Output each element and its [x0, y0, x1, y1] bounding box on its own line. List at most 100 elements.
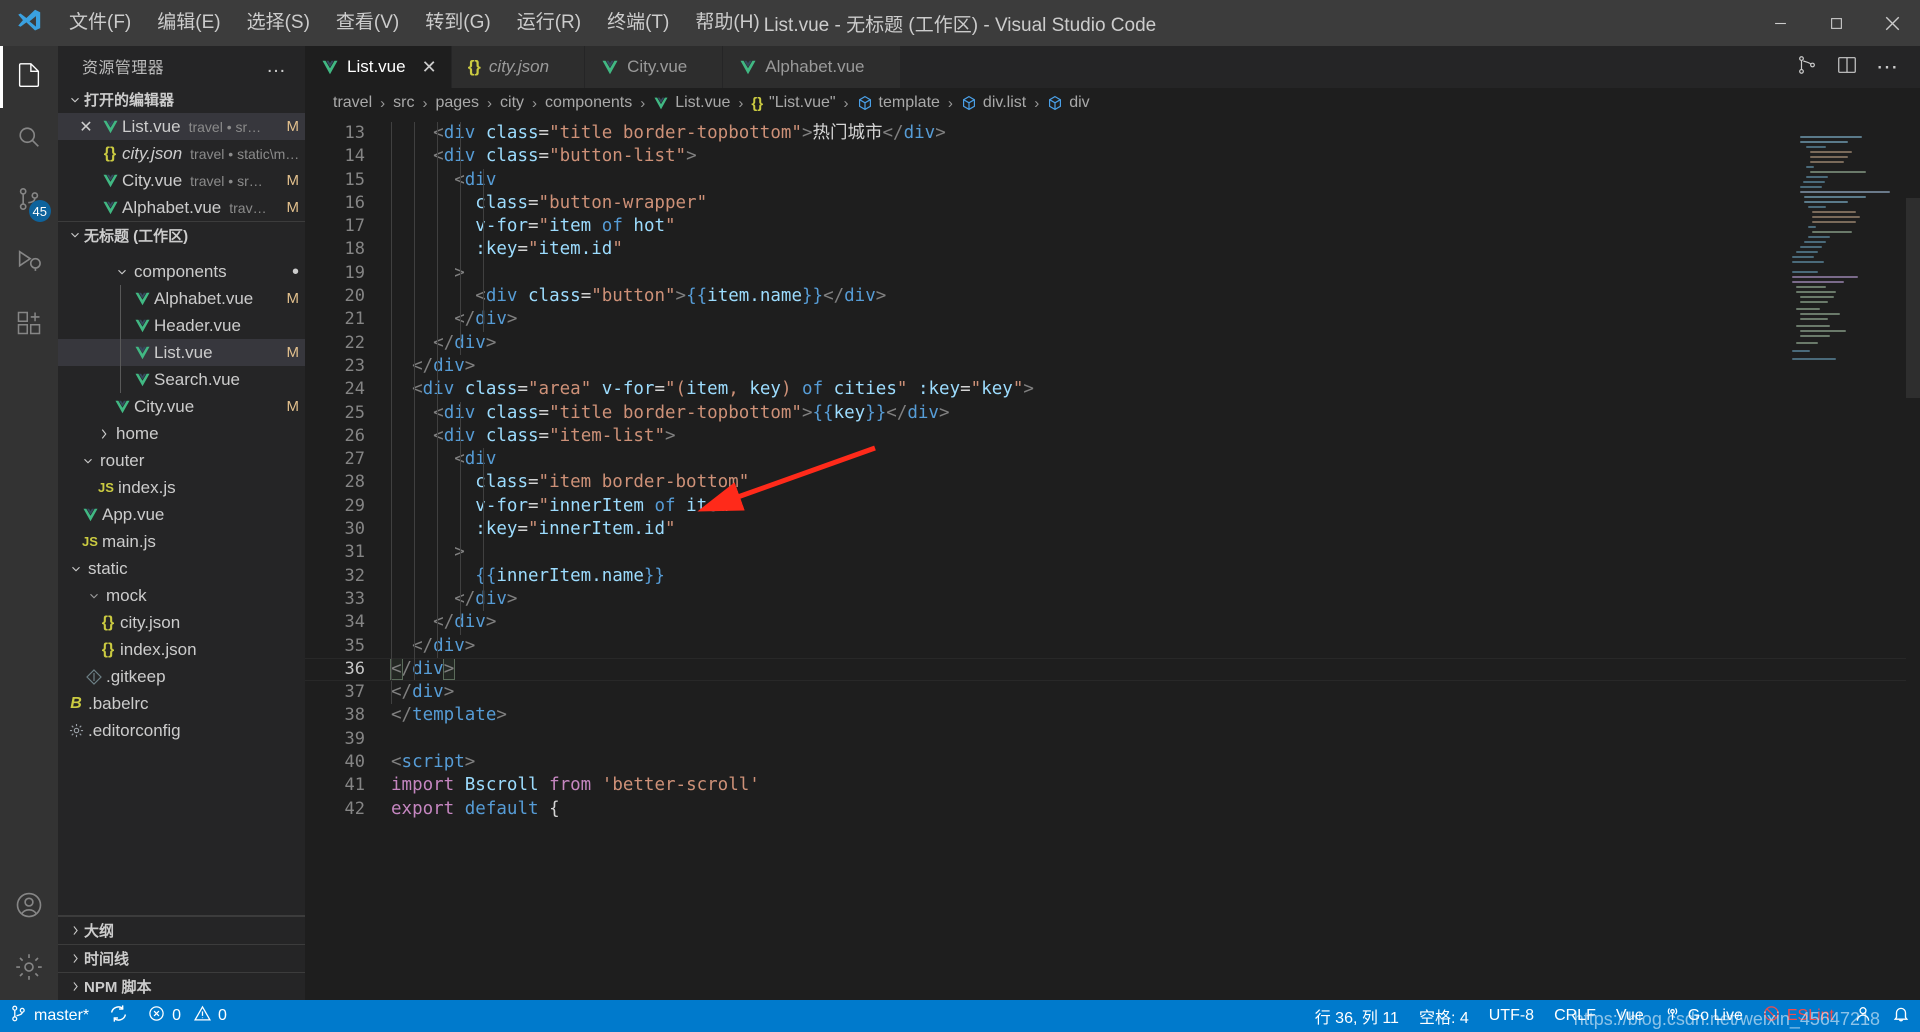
tab-list-vue[interactable]: List.vue ✕ [305, 46, 452, 88]
open-editor-row-city-json[interactable]: {} city.json travel • static\m… [58, 140, 305, 167]
encoding-label: UTF-8 [1488, 1007, 1535, 1024]
tree-row-components[interactable]: components • [58, 258, 305, 285]
editor-scrollbar[interactable] [1906, 118, 1920, 1000]
status-notifications[interactable] [1882, 1000, 1920, 1032]
section-timeline[interactable]: 时间线 [58, 944, 305, 972]
tree-row-city-json[interactable]: {} city.json [58, 609, 305, 636]
menu-item-run[interactable]: 运行(R) [504, 0, 594, 46]
section-outline[interactable]: 大纲 [58, 916, 305, 944]
breadcrumb-item-travel[interactable]: travel [333, 94, 372, 112]
tree-row-alphabet-vue[interactable]: Alphabet.vue M [58, 285, 305, 312]
chevron-down-icon [66, 228, 84, 242]
close-icon[interactable]: ✕ [422, 57, 437, 78]
code-line-21: </div> [381, 308, 1920, 332]
tab-city-vue[interactable]: City.vue [585, 46, 724, 88]
code-line-35: </div> [381, 634, 1920, 658]
line-number: 23 [344, 355, 365, 376]
status-problems[interactable]: 0 0 [138, 1000, 237, 1032]
breadcrumb-item-src[interactable]: src [393, 94, 414, 112]
tab-alphabet-vue[interactable]: Alphabet.vue [723, 46, 901, 88]
section-npm-scripts[interactable]: NPM 脚本 [58, 972, 305, 1000]
menu-item-terminal[interactable]: 终端(T) [594, 0, 682, 46]
breadcrumb-item-list-vue-symbol[interactable]: {} "List.vue" [751, 94, 835, 112]
open-editor-row-city-vue[interactable]: City.vue travel • sr… M [58, 167, 305, 194]
code-line-22: </div> [381, 331, 1920, 355]
status-language-mode[interactable]: Vue [1606, 1000, 1654, 1032]
menu-bar[interactable]: 文件(F) 编辑(E) 选择(S) 查看(V) 转到(G) 运行(R) 终端(T… [56, 0, 773, 46]
breadcrumb-item-pages[interactable]: pages [435, 94, 479, 112]
activity-item-source-control[interactable]: 45 [0, 170, 58, 232]
activity-item-accounts[interactable] [0, 876, 58, 938]
status-encoding[interactable]: UTF-8 [1479, 1000, 1544, 1032]
section-open-editors[interactable]: 打开的编辑器 [58, 86, 305, 113]
breadcrumb-item-components[interactable]: components [545, 94, 632, 112]
breadcrumb-item-city[interactable]: city [500, 94, 524, 112]
menu-item-view[interactable]: 查看(V) [323, 0, 412, 46]
activity-item-run-debug[interactable] [0, 232, 58, 294]
scrollbar-thumb[interactable] [1906, 198, 1920, 398]
status-eol[interactable]: CRLF [1544, 1000, 1606, 1032]
code-editor[interactable]: 13 14 15 16 17 18 19 20 21 22 23 24 25 2… [305, 118, 1920, 1000]
tree-row-app-vue[interactable]: App.vue [58, 501, 305, 528]
close-button[interactable] [1864, 0, 1920, 46]
open-editor-row-alphabet-vue[interactable]: Alphabet.vue trav… M [58, 194, 305, 221]
tree-row-router[interactable]: router [58, 447, 305, 474]
tree-row-mock[interactable]: mock [58, 582, 305, 609]
tree-row-index-js[interactable]: JS index.js [58, 474, 305, 501]
status-cursor-position[interactable]: 行 36, 列 11 [1305, 1000, 1409, 1032]
tree-row-city-vue[interactable]: City.vue M [58, 393, 305, 420]
tree-row-main-js[interactable]: JS main.js [58, 528, 305, 555]
chevron-right-icon [92, 427, 116, 441]
tree-row-editorconfig[interactable]: .editorconfig [58, 717, 305, 744]
status-branch[interactable]: master* [0, 1000, 99, 1032]
maximize-button[interactable] [1808, 0, 1864, 46]
tree-row-static[interactable]: static [58, 555, 305, 582]
breadcrumb-item-div[interactable]: div [1047, 94, 1090, 112]
menu-item-go[interactable]: 转到(G) [412, 0, 503, 46]
code-lines[interactable]: <div class="title border-topbottom">热门城市… [305, 118, 1920, 1000]
file-name: index.json [120, 639, 197, 659]
open-editor-row-list-vue[interactable]: ✕ List.vue travel • sr… M [58, 113, 305, 140]
breadcrumb-item-list-vue[interactable]: List.vue [653, 94, 730, 112]
extensions-icon [15, 309, 43, 342]
breadcrumb-item-template[interactable]: template [857, 94, 940, 112]
breadcrumb-item-div-list[interactable]: div.list [961, 94, 1026, 112]
split-editor-icon[interactable] [1836, 54, 1858, 81]
minimize-button[interactable] [1752, 0, 1808, 46]
tab-label: City.vue [627, 57, 688, 76]
tab-label: List.vue [347, 57, 406, 76]
activity-item-extensions[interactable] [0, 294, 58, 356]
tree-row-babelrc[interactable]: B .babelrc [58, 690, 305, 717]
file-name: city.json [120, 612, 181, 632]
menu-item-help[interactable]: 帮助(H) [682, 0, 772, 46]
status-eslint[interactable]: ESLint [1753, 1000, 1844, 1032]
tree-row-header-vue[interactable]: Header.vue [58, 312, 305, 339]
status-sync[interactable] [99, 1000, 138, 1032]
menu-item-edit[interactable]: 编辑(E) [144, 0, 233, 46]
status-account[interactable] [1844, 1000, 1882, 1032]
tree-row-home[interactable]: home [58, 420, 305, 447]
tab-city-json[interactable]: {} city.json [451, 46, 586, 88]
tree-row-search-vue[interactable]: Search.vue [58, 366, 305, 393]
warning-icon [193, 1005, 212, 1027]
close-icon[interactable]: ✕ [74, 117, 98, 137]
tree-row-index-json[interactable]: {} index.json [58, 636, 305, 663]
activity-item-explorer[interactable] [0, 46, 58, 108]
code-line-19: > [381, 261, 1920, 286]
workspace-tree[interactable]: components • Alphabet.vue M Header.vue L… [58, 248, 305, 915]
menu-item-selection[interactable]: 选择(S) [234, 0, 323, 46]
menu-item-file[interactable]: 文件(F) [56, 0, 144, 46]
more-actions-icon[interactable]: ⋯ [1876, 56, 1900, 78]
activity-item-search[interactable] [0, 108, 58, 170]
section-workspace[interactable]: 无标题 (工作区) [58, 221, 305, 248]
window-controls[interactable] [1752, 0, 1920, 46]
status-indentation[interactable]: 空格: 4 [1409, 1000, 1479, 1032]
git-icon [82, 668, 106, 685]
status-go-live[interactable]: Go Live [1654, 1000, 1753, 1032]
split-editor-compare-icon[interactable] [1796, 54, 1818, 81]
activity-item-settings[interactable] [0, 938, 58, 1000]
sidebar-more-icon[interactable]: … [266, 55, 287, 78]
chevron-right-icon [66, 924, 84, 937]
tree-row-gitkeep[interactable]: .gitkeep [58, 663, 305, 690]
tree-row-list-vue[interactable]: List.vue M [58, 339, 305, 366]
